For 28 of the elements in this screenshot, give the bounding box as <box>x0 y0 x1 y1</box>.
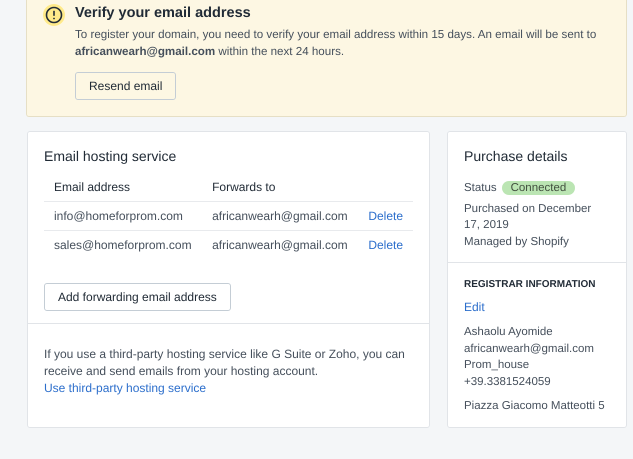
section-title: REGISTRAR INFORMATION <box>464 279 596 290</box>
third-party-link[interactable]: Use third-party hosting service <box>44 381 206 395</box>
contact-line: Ashaolu Ayomide <box>464 325 554 340</box>
table-cell: africanwearh@gmail.com <box>202 230 358 259</box>
purchase-date: Purchased on December 17, 2019 <box>464 202 592 233</box>
table-cell: info@homeforprom.com <box>44 202 202 230</box>
status-badge: Connected <box>502 181 576 196</box>
delete-link[interactable]: Delete <box>368 209 403 223</box>
contact-line: Prom_house <box>464 358 530 373</box>
contact-line: africanwearh@gmail.com <box>464 342 595 356</box>
add-forwarding-button[interactable]: Add forwarding email address <box>44 283 231 311</box>
column-header: Forwards to <box>202 180 358 202</box>
contact-line: +39.3381524059 <box>464 374 552 390</box>
table-cell: sales@homeforprom.com <box>44 230 202 259</box>
banner-message: To register your domain, you need to verify your email address within 15 days. An email will be sent to africanwearh@gmail.com within the next 24 hours. <box>75 27 598 60</box>
table-cell: africanwearh@gmail.com <box>202 202 358 230</box>
card-title: Purchase details <box>464 148 569 164</box>
warning-icon <box>43 4 65 26</box>
banner-title: Verify your email address <box>75 5 252 21</box>
card-title: Email hosting service <box>44 148 178 164</box>
hosting-note: If you use a third-party hosting service like G Suite or Zoho, you can receive and send emails from your hosting account. Use third-party hosting service <box>44 346 406 397</box>
delete-link[interactable]: Delete <box>368 238 403 252</box>
resend-email-button[interactable]: Resend email <box>75 72 176 100</box>
edit-link[interactable]: Edit <box>464 300 485 314</box>
address-line: Piazza Giacomo Matteotti 5 <box>464 399 606 414</box>
column-header: Email address <box>44 180 202 202</box>
status-label: Status <box>464 181 497 196</box>
managed-by: Managed by Shopify <box>464 234 570 250</box>
